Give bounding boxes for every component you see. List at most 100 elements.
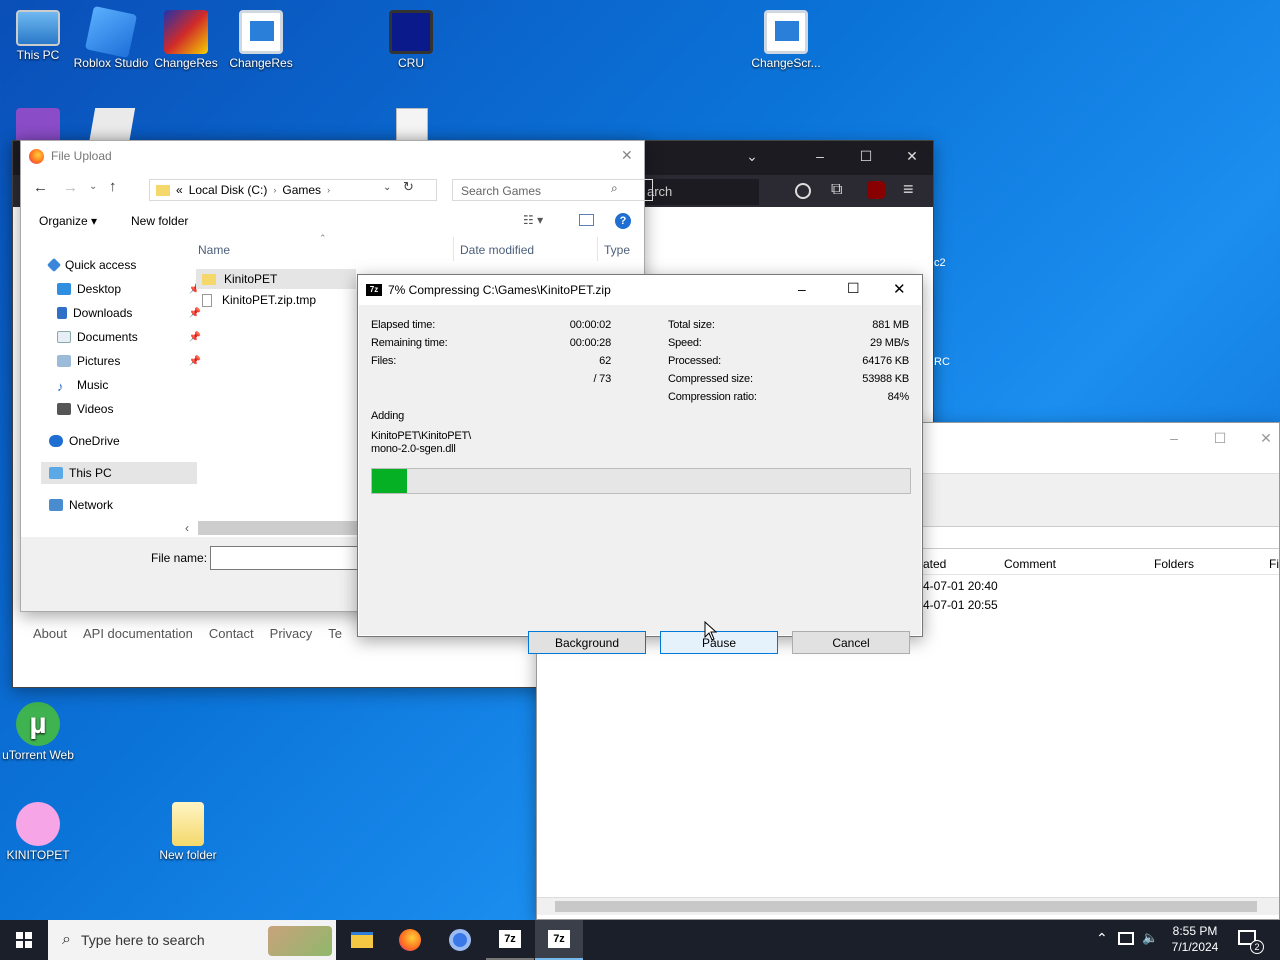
list-row-date[interactable]: 4-07-01 20:40 (923, 579, 998, 593)
nav-label: Documents (77, 330, 138, 344)
background-button[interactable]: Background (528, 631, 646, 654)
refresh-icon[interactable]: ↻ (403, 179, 414, 195)
column-header-name[interactable]: Name (198, 243, 452, 257)
nav-downloads[interactable]: Downloads 📌 (49, 302, 205, 324)
close-icon[interactable]: ✕ (621, 147, 633, 164)
folder-icon (202, 273, 216, 285)
breadcrumb-local-disk[interactable]: Local Disk (C:) (189, 183, 268, 197)
up-arrow-icon[interactable]: ↑ (109, 178, 117, 195)
taskbar-file-explorer[interactable] (338, 920, 386, 960)
maximize-button[interactable]: ☐ (1197, 423, 1243, 453)
view-options-icon[interactable]: ☷ ▾ (523, 213, 543, 227)
cancel-button[interactable]: Cancel (792, 631, 910, 654)
desktop-icon-changeres-1[interactable]: ChangeRes (148, 10, 224, 70)
column-comment[interactable]: Comment (1004, 557, 1056, 571)
column-header-type[interactable]: Type (597, 237, 645, 261)
search-input[interactable]: Search Games (452, 179, 653, 201)
footer-link-privacy[interactable]: Privacy (270, 626, 313, 641)
network-icon[interactable] (1118, 932, 1134, 945)
nav-onedrive[interactable]: OneDrive (41, 430, 197, 452)
back-arrow-icon[interactable]: ← (33, 179, 48, 196)
nav-videos[interactable]: Videos (49, 398, 205, 420)
address-dropdown-icon[interactable]: ⌄ (383, 182, 391, 193)
footer-link-api[interactable]: API documentation (83, 626, 193, 641)
address-overflow[interactable]: « (176, 183, 183, 197)
total-size-value: 881 MB (872, 319, 909, 331)
horizontal-scrollbar[interactable] (198, 521, 358, 535)
file-row-zip-tmp[interactable]: KinitoPET.zip.tmp (196, 290, 376, 310)
maximize-button[interactable]: ☐ (843, 141, 889, 171)
recent-locations-icon[interactable]: ⌄ (89, 181, 97, 192)
desktop-icon-this-pc[interactable]: This PC (0, 10, 76, 62)
desktop-icon-cru[interactable]: CRU (373, 10, 449, 70)
desktop-icon-label: KINITOPET (6, 848, 70, 862)
nav-documents[interactable]: Documents 📌 (49, 326, 205, 348)
column-header-date[interactable]: Date modified (453, 237, 597, 261)
new-folder-button[interactable]: New folder (131, 214, 188, 228)
desktop-icon-kinitopet[interactable]: KINITOPET (0, 802, 76, 862)
nav-this-pc[interactable]: This PC (41, 462, 197, 484)
extensions-icon[interactable]: ⧉ (831, 181, 842, 199)
address-bar[interactable]: « Local Disk (C:) › Games › (149, 179, 437, 201)
folder-icon (351, 932, 373, 948)
horizontal-scrollbar[interactable] (537, 897, 1279, 915)
notification-count-badge: 2 (1250, 940, 1264, 954)
compressed-size-value: 53988 KB (862, 373, 909, 385)
desktop-icon-new-folder[interactable]: New folder (150, 802, 226, 862)
breadcrumb-games[interactable]: Games (282, 183, 321, 197)
footer-link-terms[interactable]: Te (328, 626, 342, 641)
pin-icon: 📌 (188, 355, 201, 367)
desktop-icon-utorrent-web[interactable]: µ uTorrent Web (0, 702, 76, 762)
volume-muted-icon[interactable]: 🔈 (1142, 930, 1158, 946)
taskbar-7zip-1[interactable]: 7z (486, 920, 534, 960)
preview-pane-icon[interactable] (579, 214, 594, 226)
clock[interactable]: 8:55 PM 7/1/2024 (1166, 923, 1224, 955)
help-icon[interactable]: ? (615, 213, 631, 229)
start-button[interactable] (0, 920, 48, 960)
tab-list-icon[interactable]: ⌄ (729, 141, 775, 171)
minimize-button[interactable]: – (798, 281, 806, 297)
dialog-title: 7% Compressing C:\Games\KinitoPET.zip (388, 283, 611, 297)
show-hidden-icons-icon[interactable]: ⌃ (1096, 930, 1108, 947)
organize-button[interactable]: Organize ▾ (39, 214, 97, 228)
list-row-date[interactable]: 4-07-01 20:55 (923, 598, 998, 612)
desktop-icon-changescr[interactable]: ChangeScr... (748, 10, 824, 70)
forward-arrow-icon[interactable]: → (63, 179, 78, 196)
menu-icon[interactable]: ≡ (903, 179, 914, 200)
desktop-icon-changeres-2[interactable]: ChangeRes (223, 10, 299, 70)
scroll-left-icon[interactable]: ‹ (185, 521, 189, 535)
desktop-icon-label: Roblox Studio (73, 56, 149, 70)
window-app-icon (239, 10, 283, 54)
file-row-kinitopet[interactable]: KinitoPET (196, 269, 356, 289)
taskbar-search-box[interactable]: ⌕ Type here to search (48, 920, 336, 960)
nav-music[interactable]: ♪ Music (49, 374, 205, 396)
pause-button[interactable]: Pause (660, 631, 778, 654)
nav-pictures[interactable]: Pictures 📌 (49, 350, 205, 372)
column-files[interactable]: Fi (1269, 557, 1279, 571)
url-bar[interactable]: arch (639, 179, 759, 205)
minimize-button[interactable]: – (1151, 423, 1197, 453)
minimize-button[interactable]: – (797, 141, 843, 171)
maximize-button[interactable]: ☐ (847, 280, 860, 297)
footer-link-about[interactable]: About (33, 626, 67, 641)
desktop-icon-roblox-studio[interactable]: Roblox Studio (73, 5, 149, 70)
file-name-input[interactable] (210, 546, 370, 570)
footer-link-contact[interactable]: Contact (209, 626, 254, 641)
close-button[interactable]: ✕ (893, 280, 906, 298)
nav-network[interactable]: Network (41, 494, 197, 516)
nav-quick-access[interactable]: Quick access (41, 254, 197, 276)
files-label: Files: (371, 355, 397, 367)
desktop-icon-label: ChangeRes (154, 56, 218, 70)
account-icon[interactable] (795, 183, 811, 199)
desktop-icon-label: ChangeRes (229, 56, 293, 70)
close-button[interactable]: ✕ (1243, 423, 1280, 453)
nav-desktop[interactable]: Desktop 📌 (49, 278, 205, 300)
close-button[interactable]: ✕ (889, 141, 935, 171)
taskbar-firefox[interactable] (386, 920, 434, 960)
taskbar-7zip-2-active[interactable]: 7z (535, 920, 583, 960)
ublock-icon[interactable] (867, 181, 885, 199)
column-created[interactable]: ated (923, 557, 946, 571)
taskbar-chrome[interactable] (436, 920, 484, 960)
column-folders[interactable]: Folders (1154, 557, 1194, 571)
elapsed-time-value: 00:00:02 (569, 319, 611, 331)
